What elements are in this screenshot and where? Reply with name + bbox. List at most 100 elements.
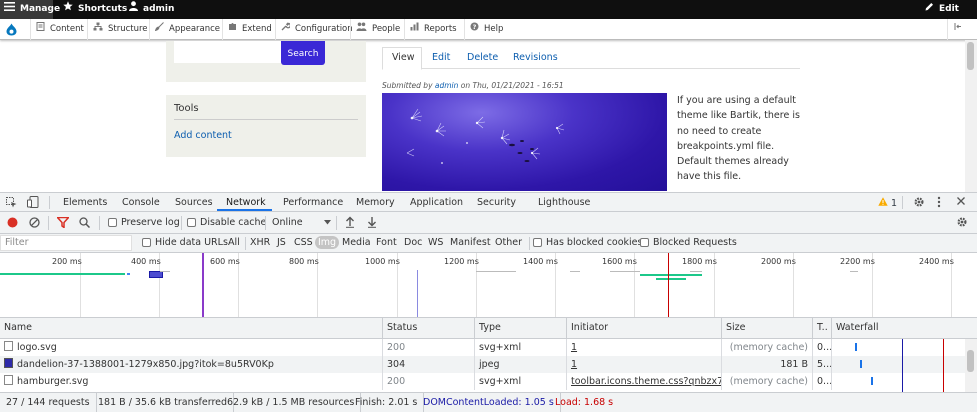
request-time: 0... <box>813 373 832 390</box>
column-header-initiator[interactable]: Initiator <box>567 318 722 338</box>
tab-performance[interactable]: Performance <box>283 193 343 212</box>
column-header-time[interactable]: T.. <box>813 318 832 338</box>
tray-item-label: Content <box>50 24 84 34</box>
type-filter-css[interactable]: CSS <box>294 237 313 248</box>
search-input[interactable] <box>174 41 282 63</box>
tray-item-appearance[interactable]: Appearance <box>149 19 220 40</box>
device-toolbar-icon[interactable] <box>27 196 39 211</box>
checkbox-box <box>533 238 542 247</box>
inspect-element-icon[interactable] <box>6 197 17 211</box>
request-row[interactable]: hamburger.svg 200 svg+xml toolbar.icons.… <box>0 373 965 390</box>
type-filter-ws[interactable]: WS <box>428 237 443 248</box>
tray-item-label: People <box>372 24 401 34</box>
tab-lighthouse[interactable]: Lighthouse <box>538 193 590 212</box>
resources-size: 62.9 kB / 1.5 MB resources <box>221 393 362 412</box>
import-har-icon[interactable] <box>345 216 355 231</box>
close-devtools-icon[interactable] <box>956 196 966 209</box>
request-initiator[interactable]: 1 <box>567 339 722 356</box>
tab-view[interactable]: View <box>392 52 415 63</box>
disable-cache-checkbox[interactable]: Disable cache <box>187 217 266 228</box>
overview-bar <box>610 271 640 272</box>
more-options-icon[interactable] <box>937 196 941 211</box>
waterfall-bar <box>855 343 857 351</box>
tab-sources[interactable]: Sources <box>175 193 213 212</box>
request-type: svg+xml <box>475 339 567 356</box>
user-tab[interactable]: admin <box>129 0 174 19</box>
type-filter-font[interactable]: Font <box>376 237 397 248</box>
settings-gear-icon[interactable] <box>913 196 925 211</box>
type-filter-other[interactable]: Other <box>495 237 522 248</box>
request-time: 0... <box>813 339 832 356</box>
chevron-down-icon <box>323 217 331 228</box>
dom-content-loaded-marker <box>202 253 204 317</box>
author-link[interactable]: admin <box>435 81 459 90</box>
tab-security[interactable]: Security <box>477 193 516 212</box>
type-filter-img[interactable]: Img <box>315 236 340 249</box>
overview-tick: 1400 ms <box>523 257 558 266</box>
search-button[interactable]: Search <box>281 41 325 65</box>
preserve-log-checkbox[interactable]: Preserve log <box>108 217 180 228</box>
manage-tab[interactable]: Manage <box>0 0 60 19</box>
type-filter-xhr[interactable]: XHR <box>250 237 270 248</box>
page-scrollbar-thumb[interactable] <box>967 42 974 70</box>
tab-delete[interactable]: Delete <box>467 52 498 63</box>
network-settings-gear-icon[interactable] <box>956 216 968 231</box>
type-filter-all[interactable]: All <box>228 237 240 248</box>
type-filter-doc[interactable]: Doc <box>404 237 422 248</box>
edit-tab[interactable]: Edit <box>925 0 959 19</box>
record-icon[interactable] <box>7 217 18 231</box>
type-filter-manifest[interactable]: Manifest <box>450 237 491 248</box>
tab-application[interactable]: Application <box>410 193 463 212</box>
column-header-waterfall[interactable]: Waterfall <box>832 318 965 338</box>
request-initiator[interactable]: 1 <box>567 356 722 373</box>
request-row[interactable]: logo.svg 200 svg+xml 1 (memory cache) 0.… <box>0 339 965 356</box>
overview-bar <box>0 273 125 275</box>
content-icon <box>36 19 45 40</box>
waterfall-dcl-line <box>902 339 903 392</box>
tray-item-content[interactable]: Content <box>30 19 84 40</box>
tab-edit[interactable]: Edit <box>432 52 450 63</box>
blocked-requests-checkbox[interactable]: Blocked Requests <box>640 237 737 248</box>
finish-time: Finish: 2.01 s <box>349 393 425 412</box>
column-header-type[interactable]: Type <box>475 318 567 338</box>
tray-item-help[interactable]: ? Help <box>464 19 503 40</box>
tray-item-structure[interactable]: Structure <box>87 19 148 40</box>
add-content-link[interactable]: Add content <box>174 130 232 141</box>
throttling-select[interactable]: Online <box>272 217 331 228</box>
type-filter-js[interactable]: JS <box>277 237 286 248</box>
tab-elements[interactable]: Elements <box>63 193 107 212</box>
tray-item-reports[interactable]: Reports <box>404 19 457 40</box>
tray-item-configuration[interactable]: Configuration <box>275 19 353 40</box>
shortcuts-tab[interactable]: Shortcuts <box>63 0 127 19</box>
type-filter-media[interactable]: Media <box>342 237 371 248</box>
separator <box>181 216 182 230</box>
export-har-icon[interactable] <box>367 216 377 231</box>
tab-revisions[interactable]: Revisions <box>513 52 558 63</box>
throttling-value: Online <box>272 217 303 228</box>
request-count: 27 / 144 requests <box>0 393 97 412</box>
devtools-tab-bar: Elements Console Sources Network Perform… <box>0 192 977 212</box>
column-header-name[interactable]: Name <box>0 318 383 338</box>
separator <box>48 216 49 230</box>
orientation-toggle[interactable] <box>947 19 962 40</box>
filter-icon[interactable] <box>55 216 71 231</box>
drupal-logo-icon[interactable] <box>6 23 17 39</box>
waterfall-bar <box>871 377 873 385</box>
tab-memory[interactable]: Memory <box>356 193 395 212</box>
warnings-counter[interactable]: 1 <box>878 197 897 209</box>
has-blocked-cookies-checkbox[interactable]: Has blocked cookies <box>533 237 642 248</box>
tray-item-extend[interactable]: Extend <box>222 19 272 40</box>
table-scrollbar-thumb[interactable] <box>967 350 974 372</box>
request-initiator[interactable]: toolbar.icons.theme.css?qnbzx7 <box>567 373 722 390</box>
dandelion-image <box>382 93 667 191</box>
tab-console[interactable]: Console <box>122 193 160 212</box>
clear-icon[interactable] <box>29 217 40 231</box>
hide-data-urls-checkbox[interactable]: Hide data URLs <box>142 237 228 248</box>
column-header-size[interactable]: Size <box>722 318 813 338</box>
column-header-status[interactable]: Status <box>383 318 475 338</box>
search-icon[interactable] <box>79 217 91 231</box>
tray-item-people[interactable]: People <box>350 19 400 40</box>
svg-text:?: ? <box>473 23 477 31</box>
request-row[interactable]: dandelion-37-1388001-1279x850.jpg?itok=8… <box>0 356 965 373</box>
manage-label: Manage <box>20 4 61 14</box>
